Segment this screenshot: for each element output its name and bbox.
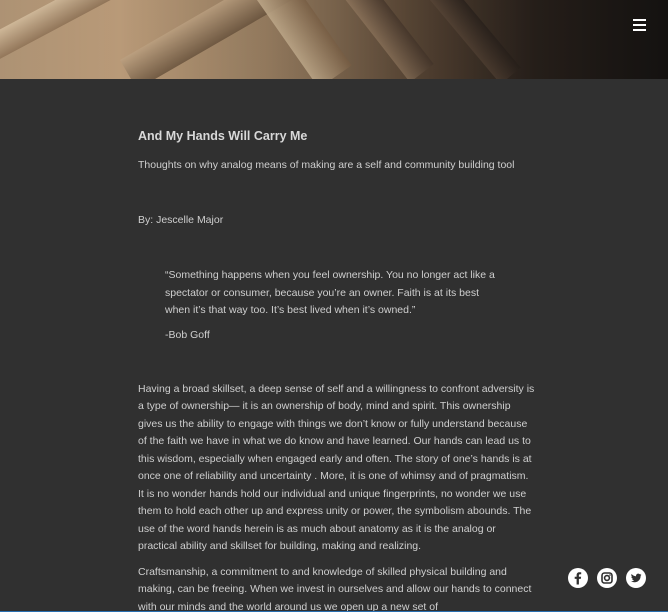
hero-image	[0, 0, 668, 79]
page: And My Hands Will Carry Me Thoughts on w…	[0, 0, 668, 612]
blockquote: “Something happens when you feel ownersh…	[165, 267, 510, 320]
social-links	[568, 568, 646, 588]
facebook-icon[interactable]	[568, 568, 588, 588]
article-subtitle: Thoughts on why analog means of making a…	[138, 159, 515, 171]
quote-line: spectator or consumer, because you’re an…	[165, 286, 479, 299]
article-title: And My Hands Will Carry Me	[138, 129, 308, 143]
article-paragraph: Craftsmanship, a commitment to and knowl…	[138, 565, 532, 612]
quote-line: “Something happens when you feel ownersh…	[165, 269, 495, 281]
article-byline: By: Jescelle Major	[138, 214, 224, 226]
menu-button[interactable]	[633, 19, 646, 31]
twitter-icon[interactable]	[626, 568, 646, 588]
instagram-icon[interactable]	[597, 568, 617, 588]
hamburger-menu-icon	[633, 19, 646, 21]
quote-line: when it’s that way too. It’s best lived …	[165, 304, 416, 316]
article-paragraph: Having a broad skillset, a deep sense of…	[138, 382, 535, 553]
article: And My Hands Will Carry Me Thoughts on w…	[138, 125, 538, 612]
quote-attribution: -Bob Goff	[165, 328, 210, 341]
